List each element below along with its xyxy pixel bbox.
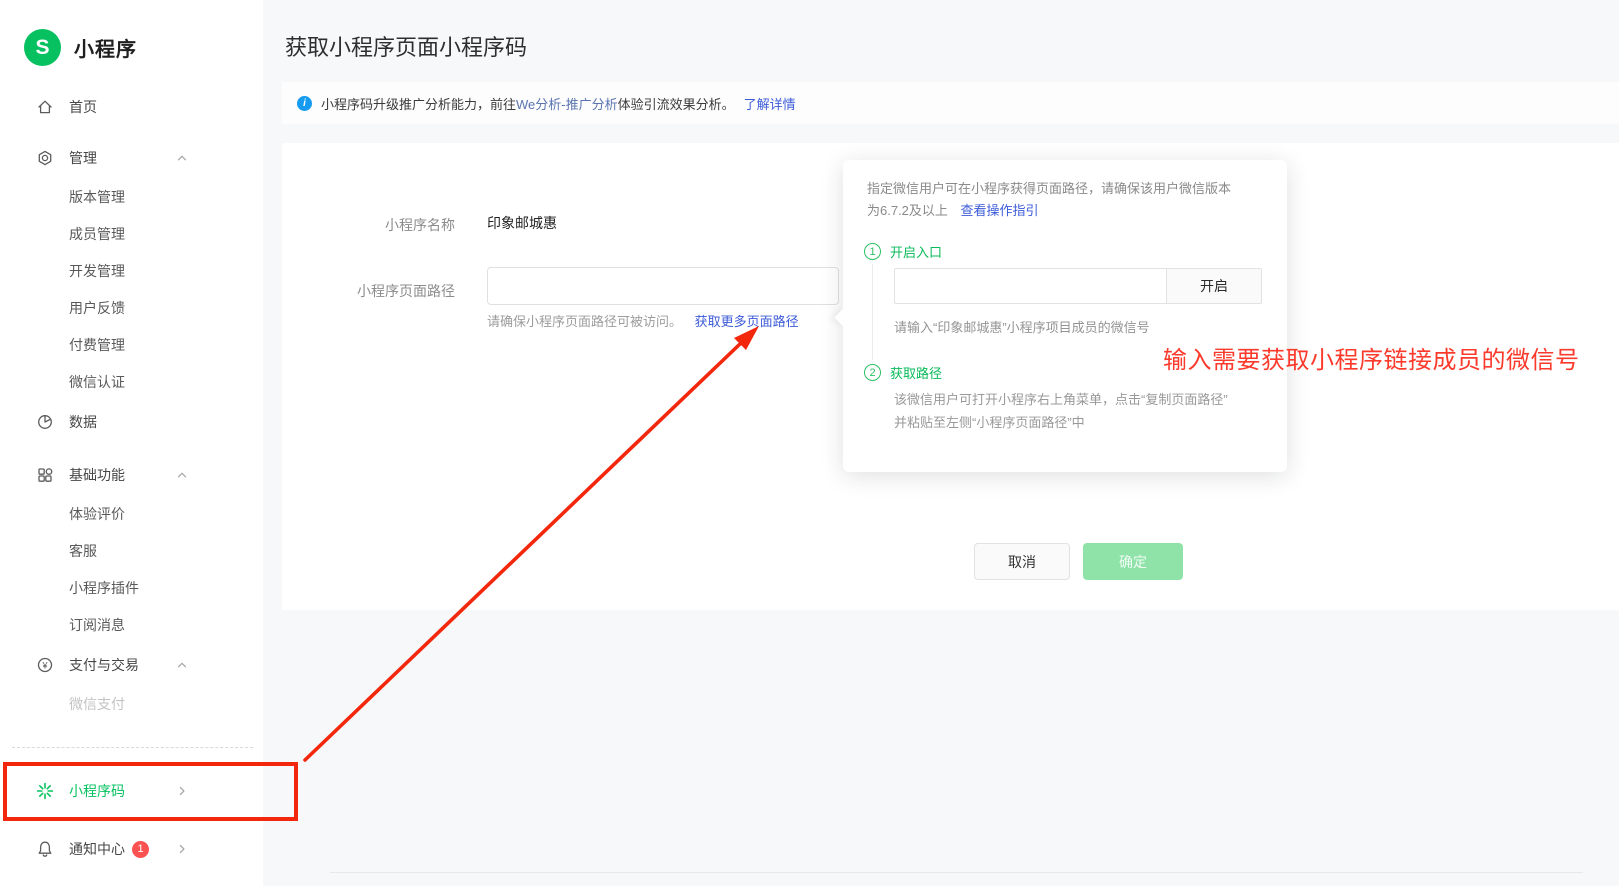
miniprogram-name-label: 小程序名称 — [340, 215, 455, 235]
page-path-label: 小程序页面路径 — [340, 281, 455, 301]
sidebar-nav: 首页 管理 版本管理 成员管理 开发管理 用户反馈 付费管理 微信认证 — [0, 87, 263, 869]
operation-guide-link[interactable]: 查看操作指引 — [961, 203, 1039, 218]
page-path-input[interactable] — [487, 267, 839, 305]
cancel-button[interactable]: 取消 — [974, 543, 1070, 580]
sidebar-item-label: 版本管理 — [69, 187, 125, 207]
sidebar-item-user-feedback[interactable]: 用户反馈 — [0, 289, 263, 326]
sidebar: S 小程序 首页 管理 版本管理 成员管理 开发管理 — [0, 0, 263, 886]
app-logo-row: S 小程序 — [0, 0, 263, 66]
sidebar-item-label: 小程序插件 — [69, 578, 139, 598]
wechat-id-input-row: 开启 — [894, 268, 1262, 304]
sidebar-item-label: 体验评价 — [69, 504, 125, 524]
logo-glyph: S — [35, 36, 49, 60]
chevron-right-icon — [176, 843, 188, 855]
sidebar-item-label: 数据 — [69, 412, 97, 432]
sidebar-item-label: 微信认证 — [69, 372, 125, 392]
sidebar-item-payment-management[interactable]: 付费管理 — [0, 326, 263, 363]
home-icon — [36, 98, 54, 116]
step2-number: 2 — [864, 364, 881, 381]
svg-text:¥: ¥ — [41, 660, 48, 670]
wechat-id-input[interactable] — [894, 268, 1167, 304]
popover-intro-line1: 指定微信用户可在小程序获得页面路径，请确保该用户微信版本 — [867, 181, 1231, 196]
sidebar-item-label: 用户反馈 — [69, 298, 125, 318]
banner-text-before: 小程序码升级推广分析能力，前往 — [321, 94, 516, 113]
sidebar-item-label: 小程序码 — [69, 781, 125, 801]
sidebar-item-label: 订阅消息 — [69, 615, 125, 635]
sidebar-item-management[interactable]: 管理 — [0, 138, 263, 178]
sidebar-item-subscribe-message[interactable]: 订阅消息 — [0, 606, 263, 643]
sidebar-item-experience-review[interactable]: 体验评价 — [0, 495, 263, 532]
chevron-up-icon — [176, 659, 188, 671]
app-title: 小程序 — [74, 33, 137, 62]
sidebar-item-data[interactable]: 数据 — [0, 402, 263, 442]
pie-chart-icon — [36, 413, 54, 431]
chevron-right-icon — [176, 785, 188, 797]
step2-desc-line2: 并粘贴至左侧“小程序页面路径”中 — [894, 415, 1085, 430]
footer-divider — [330, 872, 1583, 873]
wechat-miniprogram-console: S 小程序 首页 管理 版本管理 成员管理 开发管理 — [0, 0, 1619, 886]
sidebar-item-basic-functions[interactable]: 基础功能 — [0, 455, 263, 495]
chevron-up-icon — [176, 469, 188, 481]
open-button[interactable]: 开启 — [1166, 268, 1262, 304]
page-title: 获取小程序页面小程序码 — [285, 30, 527, 62]
banner-text-after: 体验引流效果分析。 — [618, 94, 735, 113]
step-connector-line — [872, 264, 873, 360]
info-icon: i — [297, 96, 312, 111]
sidebar-item-label: 通知中心 — [69, 839, 125, 859]
we-analysis-link[interactable]: We分析-推广分析 — [516, 94, 618, 113]
gear-icon — [36, 149, 54, 167]
learn-more-link[interactable]: 了解详情 — [744, 94, 796, 113]
page-path-hint: 请确保小程序页面路径可被访问。 — [487, 314, 682, 329]
step2-desc-line1: 该微信用户可打开小程序右上角菜单，点击“复制页面路径” — [894, 392, 1228, 407]
bell-icon — [36, 840, 54, 858]
get-path-popover: 指定微信用户可在小程序获得页面路径，请确保该用户微信版本 为6.7.2及以上 查… — [843, 160, 1287, 472]
step1-header: 1 开启入口 — [864, 242, 942, 261]
step2-description: 该微信用户可打开小程序右上角菜单，点击“复制页面路径” 并粘贴至左侧“小程序页面… — [894, 388, 1228, 434]
wechat-id-hint: 请输入“印象邮城惠”小程序项目成员的微信号 — [894, 317, 1150, 336]
sidebar-item-miniprogram-code[interactable]: 小程序码 — [0, 763, 263, 818]
sidebar-item-label: 基础功能 — [69, 465, 125, 485]
notification-badge: 1 — [132, 841, 149, 858]
info-banner: i 小程序码升级推广分析能力，前往We分析-推广分析体验引流效果分析。 了解详情 — [282, 82, 1619, 124]
chevron-up-icon — [176, 152, 188, 164]
sidebar-item-label: 付费管理 — [69, 335, 125, 355]
sidebar-divider — [12, 747, 253, 748]
annotation-note: 输入需要获取小程序链接成员的微信号 — [1163, 340, 1580, 375]
sidebar-item-label: 支付与交易 — [69, 655, 139, 675]
sidebar-item-label: 客服 — [69, 541, 97, 561]
step2-header: 2 获取路径 — [864, 363, 942, 382]
sidebar-item-label: 管理 — [69, 148, 97, 168]
sidebar-item-label: 成员管理 — [69, 224, 125, 244]
sidebar-item-label: 开发管理 — [69, 261, 125, 281]
sidebar-item-label: 首页 — [69, 97, 97, 117]
miniprogram-name-value: 印象邮城惠 — [487, 213, 557, 233]
sidebar-item-label: 微信支付 — [69, 694, 125, 714]
sidebar-item-notification-center[interactable]: 通知中心 1 — [0, 829, 263, 869]
sidebar-item-member-management[interactable]: 成员管理 — [0, 215, 263, 252]
confirm-button[interactable]: 确定 — [1083, 543, 1183, 580]
popover-intro-line2: 为6.7.2及以上 — [867, 203, 948, 218]
grid-icon — [36, 466, 54, 484]
miniprogram-code-icon — [36, 782, 54, 800]
sidebar-item-wechat-pay[interactable]: 微信支付 — [0, 685, 263, 722]
sidebar-item-dev-management[interactable]: 开发管理 — [0, 252, 263, 289]
sidebar-item-version-management[interactable]: 版本管理 — [0, 178, 263, 215]
sidebar-item-payment-trade[interactable]: ¥ 支付与交易 — [0, 645, 263, 685]
sidebar-item-miniprogram-plugin[interactable]: 小程序插件 — [0, 569, 263, 606]
page-path-hint-row: 请确保小程序页面路径可被访问。 获取更多页面路径 — [487, 311, 799, 330]
miniprogram-logo-icon: S — [24, 29, 61, 66]
sidebar-item-wechat-verification[interactable]: 微信认证 — [0, 363, 263, 400]
sidebar-item-customer-service[interactable]: 客服 — [0, 532, 263, 569]
popover-intro: 指定微信用户可在小程序获得页面路径，请确保该用户微信版本 为6.7.2及以上 查… — [867, 178, 1267, 222]
step1-title: 开启入口 — [890, 242, 942, 261]
more-paths-link[interactable]: 获取更多页面路径 — [695, 314, 799, 329]
yen-circle-icon: ¥ — [36, 656, 54, 674]
step2-title: 获取路径 — [890, 363, 942, 382]
step1-number: 1 — [864, 243, 881, 260]
sidebar-item-home[interactable]: 首页 — [0, 87, 263, 127]
